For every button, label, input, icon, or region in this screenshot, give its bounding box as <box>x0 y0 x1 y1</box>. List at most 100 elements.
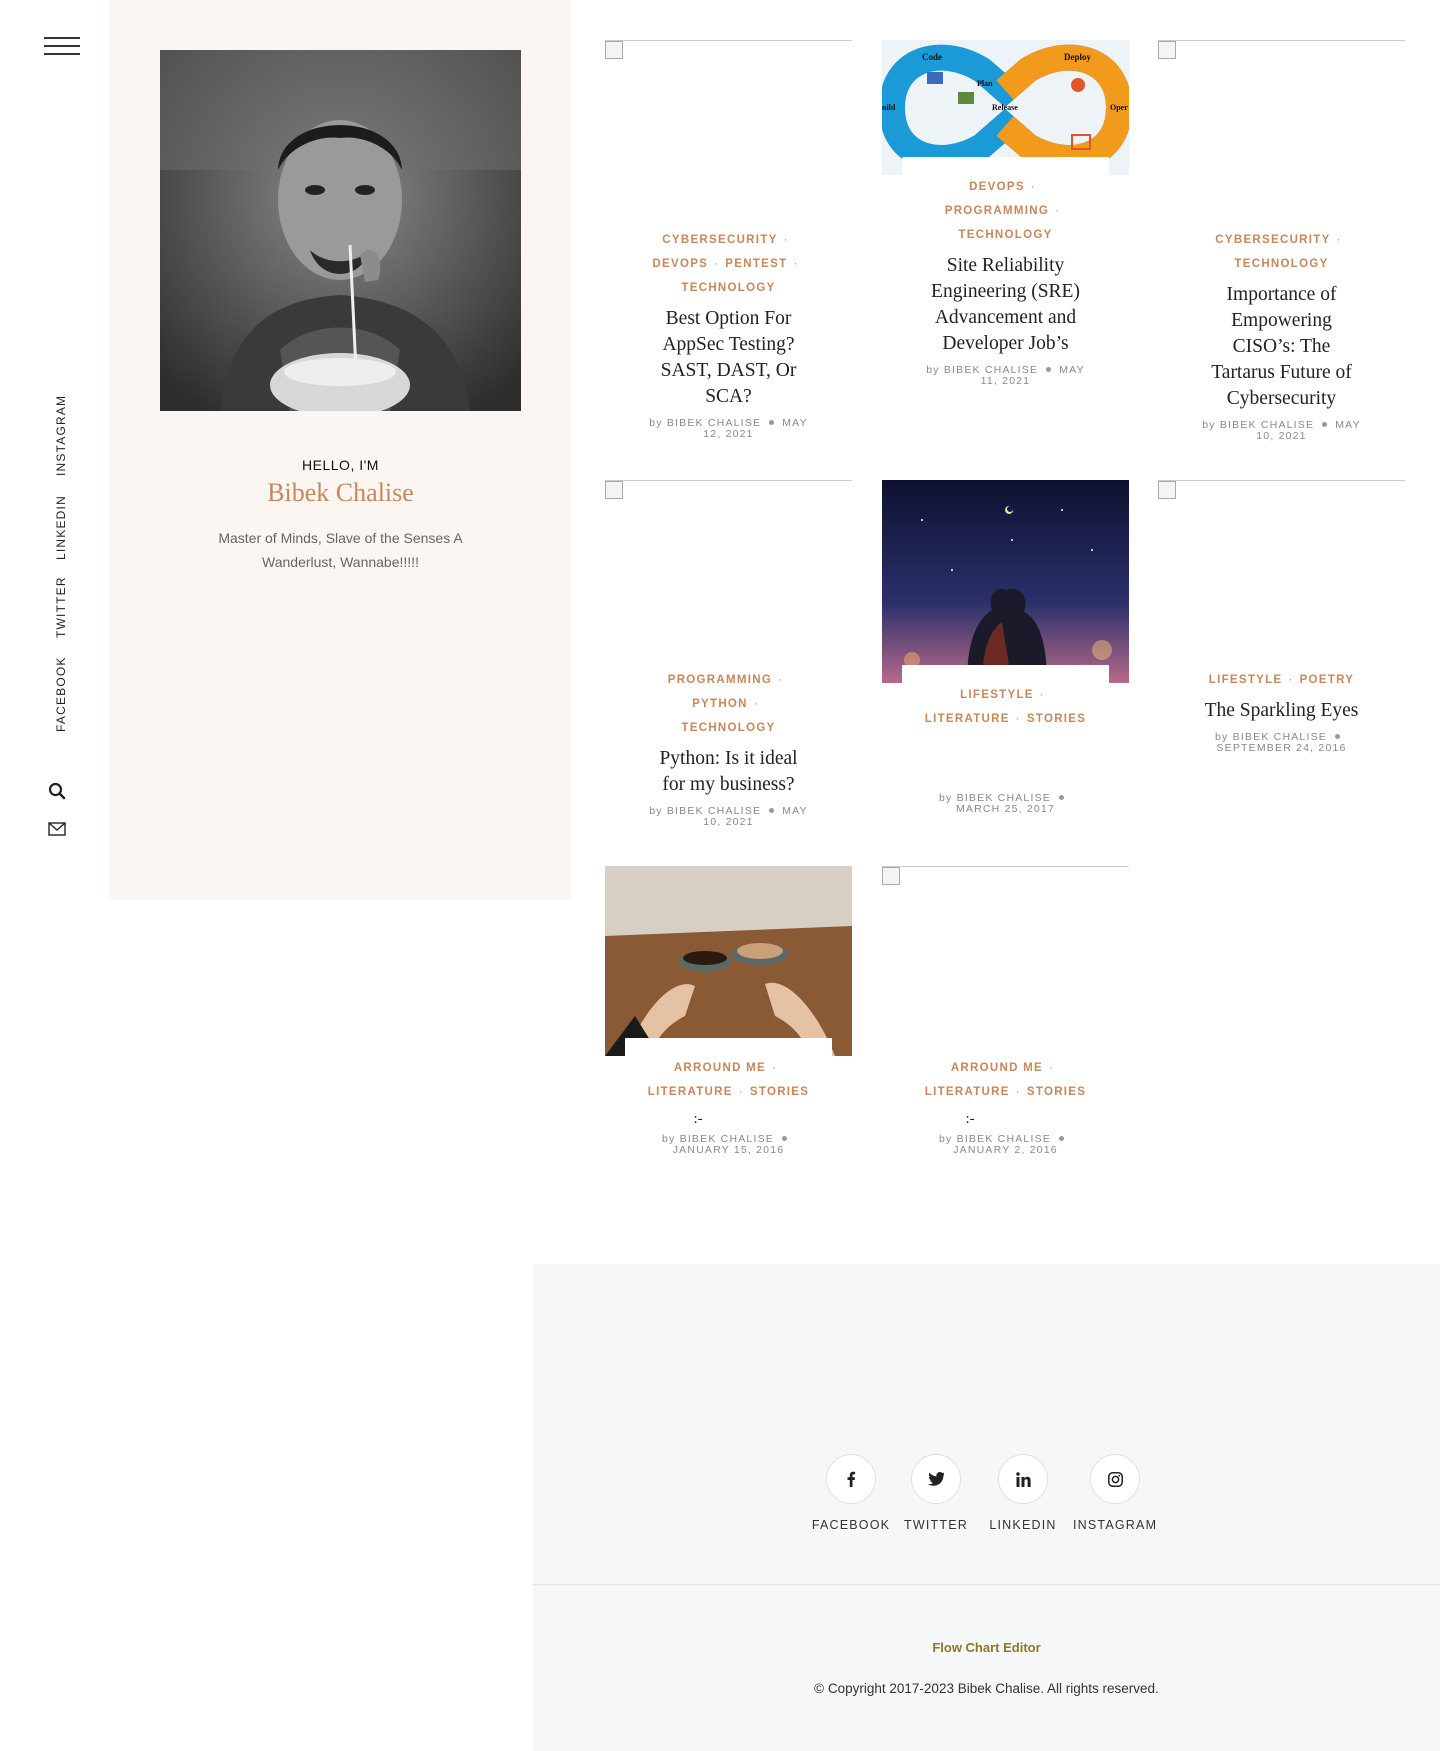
post-card: CYBERSECURITY · DEVOPS · PENTEST · TECHNOLOG… <box>605 40 852 440</box>
diagram-label: uild <box>882 103 896 112</box>
post-image[interactable] <box>882 866 1129 1056</box>
post-image[interactable] <box>605 40 852 220</box>
post-meta: by BIBEK CHALISEMARCH 25, 2017 <box>921 793 1091 815</box>
footer: FACEBOOK TWITTER LINKEDIN INSTAGRAM Flow… <box>533 1264 1440 1751</box>
post-categories: PROGRAMMING · PYTHON · TECHNOLOGY <box>667 674 784 734</box>
post-categories: LIFESTYLE · POETRY <box>1208 674 1355 686</box>
category-link[interactable]: TECHNOLOGY <box>958 229 1052 241</box>
rail-link-twitter[interactable]: TWITTER <box>54 576 68 638</box>
post-title[interactable]: Importance of Empowering CISO’s: The Tar… <box>1202 282 1362 412</box>
post-title[interactable]: Site Reliability Engineering (SRE) Advan… <box>926 253 1086 357</box>
rail-link-facebook[interactable]: FACEBOOK <box>54 656 68 732</box>
post-card: ARROUND ME · LITERATURE · STORIES :- by BIB… <box>605 866 852 1156</box>
category-link[interactable]: PROGRAMMING <box>668 674 772 686</box>
post-date[interactable]: JANUARY 15, 2016 <box>673 1144 785 1156</box>
diagram-label: Plan <box>977 79 993 88</box>
footer-social-label: INSTAGRAM <box>1073 1518 1158 1532</box>
category-link[interactable]: CYBERSECURITY <box>662 234 777 246</box>
post-image[interactable]: Code Deploy Plan Release uild Oper <box>882 40 1129 175</box>
menu-icon[interactable] <box>44 37 80 55</box>
post-date[interactable]: JANUARY 2, 2016 <box>953 1144 1058 1156</box>
category-link[interactable]: POETRY <box>1300 674 1355 686</box>
footer-social: FACEBOOK TWITTER LINKEDIN INSTAGRAM <box>533 1454 1440 1534</box>
category-link[interactable]: LITERATURE <box>648 1086 733 1098</box>
category-link[interactable]: PENTEST <box>725 258 787 270</box>
post-categories: DEVOPS · PROGRAMMING · TECHNOLOGY <box>944 181 1061 241</box>
category-link[interactable]: TECHNOLOGY <box>681 722 775 734</box>
flow-chart-editor-link[interactable]: Flow Chart Editor <box>533 1640 1440 1655</box>
category-link[interactable]: LITERATURE <box>925 713 1010 725</box>
post-image[interactable] <box>605 866 852 1056</box>
footer-linkedin-link[interactable]: LINKEDIN <box>985 1454 1061 1532</box>
category-link[interactable]: ARROUND ME <box>951 1062 1043 1074</box>
left-rail: INSTAGRAM LINKEDIN TWITTER FACEBOOK <box>0 0 108 900</box>
profile-panel: HELLO, I'M Bibek Chalise Master of Minds… <box>110 0 571 900</box>
post-categories: CYBERSECURITY · DEVOPS · PENTEST · TECHNOLOG… <box>652 234 799 294</box>
post-title[interactable]: :- <box>649 1106 809 1132</box>
post-date[interactable]: MARCH 25, 2017 <box>956 803 1055 815</box>
post-categories: CYBERSECURITY · TECHNOLOGY <box>1215 234 1342 270</box>
diagram-label: Oper <box>1110 103 1128 112</box>
avatar <box>160 50 521 411</box>
post-meta: by BIBEK CHALISEJANUARY 15, 2016 <box>644 1134 814 1156</box>
footer-instagram-link[interactable]: INSTAGRAM <box>1073 1454 1157 1532</box>
greeting: HELLO, I'M <box>302 457 379 473</box>
post-card: ARROUND ME · LITERATURE · STORIES :- by BIB… <box>882 866 1129 1156</box>
category-link[interactable]: CYBERSECURITY <box>1215 234 1330 246</box>
diagram-label: Release <box>992 103 1018 112</box>
post-card: Code Deploy Plan Release uild Oper DEVOP… <box>882 40 1129 387</box>
category-link[interactable]: ARROUND ME <box>674 1062 766 1074</box>
diagram-label: Code <box>922 52 942 62</box>
category-link[interactable]: PYTHON <box>692 698 748 710</box>
post-card: LIFESTYLE · POETRY The Sparkling Eyes by B… <box>1158 480 1405 754</box>
post-meta: by BIBEK CHALISE MAY 11, 2021 <box>926 364 1085 387</box>
post-card: CYBERSECURITY · TECHNOLOGY Importance of … <box>1158 40 1405 442</box>
category-link[interactable]: DEVOPS <box>969 181 1025 193</box>
search-icon[interactable] <box>48 782 68 802</box>
category-link[interactable]: STORIES <box>750 1086 809 1098</box>
post-title[interactable]: Best Option For AppSec Testing? SAST, DA… <box>649 306 809 410</box>
category-link[interactable]: STORIES <box>1027 1086 1086 1098</box>
footer-social-label: FACEBOOK <box>811 1518 891 1532</box>
category-link[interactable]: LITERATURE <box>925 1086 1010 1098</box>
category-link[interactable]: LIFESTYLE <box>960 689 1034 701</box>
footer-twitter-link[interactable]: TWITTER <box>901 1454 971 1532</box>
post-card: LIFESTYLE · LITERATURE · STORIES by BIBEK C… <box>882 480 1129 815</box>
linkedin-icon <box>998 1454 1048 1504</box>
post-meta: by BIBEK CHALISESEPTEMBER 24, 2016 <box>1214 731 1347 754</box>
footer-social-label: TWITTER <box>904 1518 968 1532</box>
profile-name[interactable]: Bibek Chalise <box>110 478 571 508</box>
rail-link-linkedin[interactable]: LINKEDIN <box>54 495 68 560</box>
post-image[interactable] <box>882 480 1129 683</box>
twitter-icon <box>911 1454 961 1504</box>
category-link[interactable]: LIFESTYLE <box>1209 674 1283 686</box>
footer-facebook-link[interactable]: FACEBOOK <box>811 1454 891 1532</box>
post-categories: ARROUND ME · LITERATURE · STORIES <box>924 1062 1087 1098</box>
post-categories: ARROUND ME · LITERATURE · STORIES <box>647 1062 810 1098</box>
envelope-icon[interactable] <box>48 822 68 842</box>
category-link[interactable]: TECHNOLOGY <box>681 282 775 294</box>
post-meta: by BIBEK CHALISE MAY 10, 2021 <box>1202 419 1361 442</box>
instagram-icon <box>1090 1454 1140 1504</box>
category-link[interactable]: STORIES <box>1027 713 1086 725</box>
footer-social-label: LINKEDIN <box>989 1518 1057 1532</box>
post-meta: by BIBEK CHALISE MAY 12, 2021 <box>649 417 808 440</box>
post-image[interactable] <box>1158 480 1405 660</box>
category-link[interactable]: TECHNOLOGY <box>1234 258 1328 270</box>
footer-divider <box>533 1584 1440 1585</box>
post-date[interactable]: SEPTEMBER 24, 2016 <box>1216 742 1346 754</box>
post-meta: by BIBEK CHALISEJANUARY 2, 2016 <box>921 1134 1091 1156</box>
post-card: PROGRAMMING · PYTHON · TECHNOLOGY Python: … <box>605 480 852 828</box>
post-image[interactable] <box>605 480 852 660</box>
post-title[interactable]: The Sparkling Eyes <box>1202 698 1362 724</box>
post-title[interactable]: :- <box>926 1106 1086 1132</box>
post-image[interactable] <box>1158 40 1405 220</box>
category-link[interactable]: DEVOPS <box>652 258 708 270</box>
post-title[interactable]: Python: Is it ideal for my business? <box>649 746 809 798</box>
category-link[interactable]: PROGRAMMING <box>945 205 1049 217</box>
post-title[interactable] <box>926 737 1086 763</box>
rail-link-instagram[interactable]: INSTAGRAM <box>54 395 68 476</box>
diagram-label: Deploy <box>1064 52 1092 62</box>
post-meta: by BIBEK CHALISE MAY 10, 2021 <box>649 805 808 828</box>
copyright: © Copyright 2017-2023 Bibek Chalise. All… <box>814 1681 1159 1696</box>
